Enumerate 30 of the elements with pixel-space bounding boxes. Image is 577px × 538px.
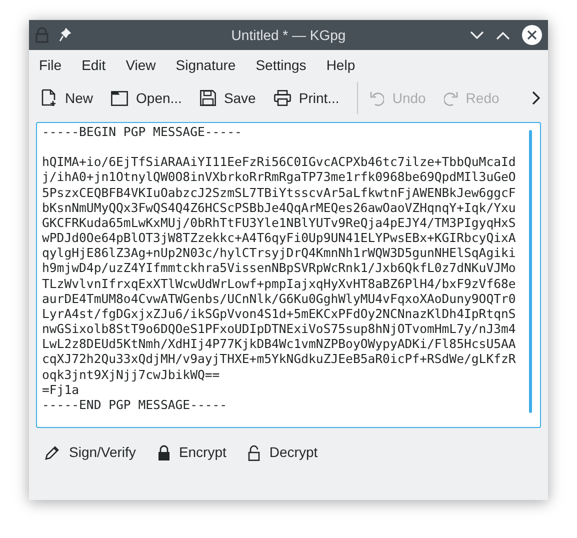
scrollbar[interactable]: [529, 130, 532, 413]
action-button[interactable]: Decrypt: [242, 438, 324, 467]
chevron-right-icon[interactable]: [532, 91, 540, 105]
menu-item[interactable]: Edit: [76, 52, 112, 78]
lock-icon: [158, 444, 170, 460]
save-icon: [200, 90, 216, 106]
toolbar-button[interactable]: Open...: [105, 84, 188, 112]
menu-item[interactable]: Settings: [250, 52, 312, 78]
pin-icon[interactable]: [59, 28, 71, 42]
new-document-icon: [41, 89, 57, 107]
text-editor[interactable]: -----BEGIN PGP MESSAGE----- hQIMA+io/6EjTfSiARAAiYI11EeFzRi56C0IGvcACPXb46tc7ilze+TbbQuMcaId j/ihA0+jn1OtnylQW0O8inVXbrkoRrRmRgaTP73me1rfk0968be69QpdMIl3uGeO 5PszxCEQBFB4VKIuOabzcJ2SzmSL7TBiYtsscvAr5aLfkwtnFjAWENBkJew6ggcF bKsnNmUMyQQx3FwQS4Q4Z6HCScPSBbJe4QqArMEQes26awOaoVZHqnqY+Iqk/Yxu GKCFRKuda65mLwKxMUj/0bRhTtFU3Yle1NBlYUTv9ReQja4pEJY4/TM3PIgyqHxS wPDJd0Oe64pBlOT3jW8TZzekkc+A4T6qyFi0Up9UN41ELYPwsEBx+KGIRbcyQixA qylgHjE86lZ3Ag+nUp2N03c/hylCTrsyjDrQ4KmnNh1rWQW3D5gunNHElSqAgiki h9mjwD4p/uzZ4YIfmmtckhra5VissenNBpSVRpWcRnk1/Jxb6QkfL0z7dNKuVJMo TLzWvlvnIfrxqExXTlWcwUdWrLowf+pmpIajxqHyXvHT8aBZ6PlH4/bxF9zVf68e aurDE4TmUM8o4CvwATWGenbs/UCnNlk/G6Ku0GghWlyMU4vFqxoXAoDuny9OQTr0 LyrA4st/fgDGxjxZJu6/ikSGpVvon4S1d+5mEKCxPFdOy2NCNnazKlDh4IpRtqnS nwGSixolb8StT9o6DQOeS1PFxoUDIpDTNExiVoS75sup8hNjOTvomHmL7y/nJ3m4 LwL2z8DEUd5KtNmh/XdHIj4P77KjkDB4Wc1vmNZPBoyOWypyADKi/Fl85HcsU5AA cqXJ72h2Qu33xQdjMH/v9ayjTHXE+m5YkNGdkuZJEeB5aR0icPf+RSdWe/gLKfzR oqk3jnt9XjNjj7cwJbikWQ== =Fj1a -----END PGP MESSAGE-----: [36, 122, 541, 428]
menu-item[interactable]: Help: [320, 52, 362, 78]
toolbar-button[interactable]: Print...: [268, 84, 346, 112]
window-title: Untitled * — KGpg: [231, 26, 346, 45]
minimize-icon[interactable]: [470, 30, 484, 40]
toolbar-button[interactable]: New: [35, 84, 100, 112]
close-icon[interactable]: [522, 25, 542, 45]
action-button[interactable]: Encrypt: [152, 438, 232, 467]
pencil-icon: [45, 445, 60, 460]
folder-icon: [111, 90, 128, 106]
menu-item[interactable]: File: [33, 52, 68, 78]
undo-icon: [370, 90, 384, 106]
maximize-icon[interactable]: [496, 30, 510, 40]
open-lock-icon: [248, 444, 260, 460]
action-button[interactable]: Sign/Verify: [39, 438, 142, 467]
toolbar-button[interactable]: Save: [194, 84, 262, 112]
menu-item[interactable]: Signature: [170, 52, 242, 78]
redo-icon: [444, 90, 458, 106]
printer-icon: [274, 90, 291, 106]
menu-item[interactable]: View: [120, 52, 162, 78]
